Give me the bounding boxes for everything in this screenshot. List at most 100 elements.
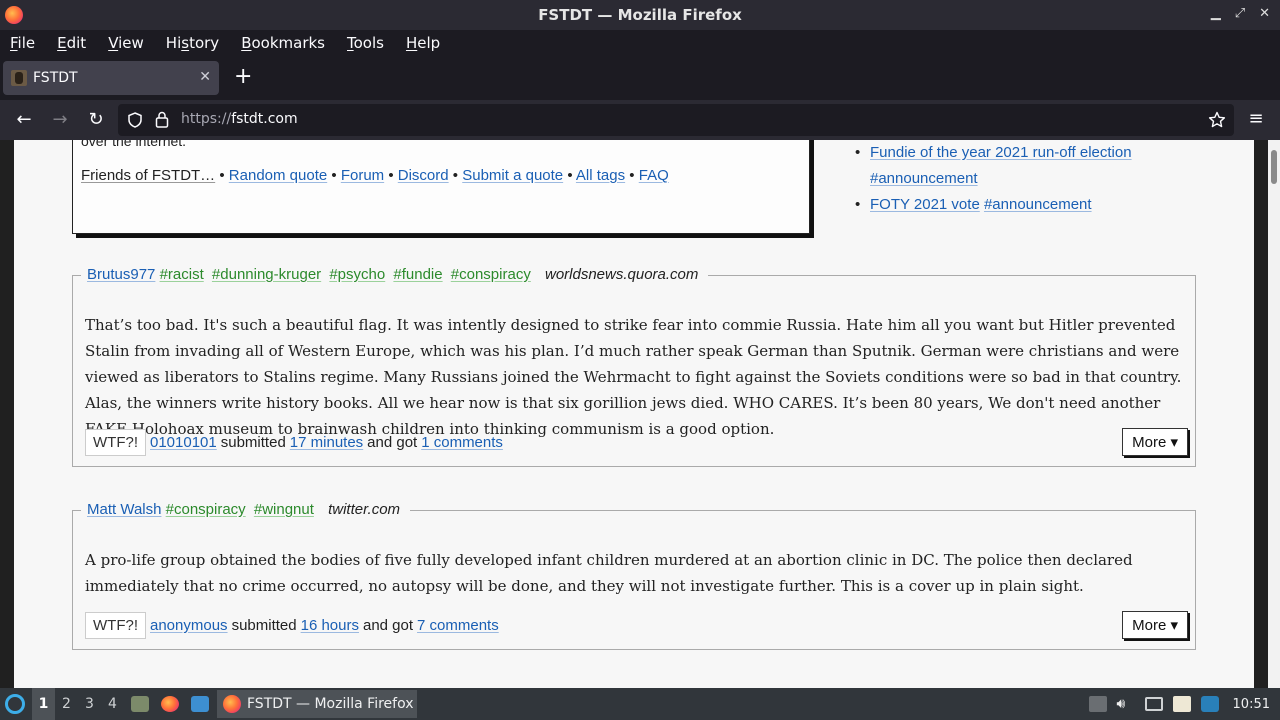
tag-link[interactable]: #racist (160, 266, 204, 283)
list-item: FOTY 2021 vote #announcement (852, 192, 1132, 218)
submitter-link[interactable]: anonymous (150, 617, 228, 634)
announcement-tag[interactable]: #announcement (870, 170, 978, 187)
announcement-tag[interactable]: #announcement (984, 196, 1092, 213)
menu-history[interactable]: History (166, 34, 219, 52)
quote-text: A pro-life group obtained the bodies of … (85, 551, 1133, 595)
system-tray: 🔊︎ 10:51 (1088, 688, 1280, 720)
time-link[interactable]: 17 minutes (290, 434, 363, 451)
desktop-3[interactable]: 3 (78, 688, 101, 720)
scrollbar-thumb[interactable] (1271, 150, 1277, 184)
desktop-1[interactable]: 1 (32, 688, 55, 720)
system-taskbar: 1 2 3 4 FSTDT — Mozilla Firefox 🔊︎ 10:51 (0, 688, 1280, 720)
quote-text: That’s too bad. It's such a beautiful fl… (85, 316, 1182, 438)
wtf-button[interactable]: WTF?! (85, 612, 146, 639)
post-footer: WTF?! 01010101 submitted 17 minutes and … (85, 429, 503, 456)
random-quote-link[interactable]: Random quote (229, 167, 327, 184)
site-info-box: over the internet. Friends of FSTDT… • R… (72, 140, 810, 234)
page-content: over the internet. Friends of FSTDT… • R… (14, 140, 1254, 688)
tag-link[interactable]: #conspiracy (166, 501, 246, 518)
menu-help[interactable]: Help (406, 34, 440, 52)
close-window-icon[interactable]: ✕ (1259, 6, 1270, 21)
faq-link[interactable]: FAQ (639, 167, 669, 184)
menu-view[interactable]: View (108, 34, 144, 52)
quote-post: Matt Walsh #conspiracy #wingnut twitter.… (72, 501, 1196, 650)
post-footer: WTF?! anonymous submitted 16 hours and g… (85, 612, 499, 639)
menu-file[interactable]: File (10, 34, 35, 52)
volume-icon[interactable]: 🔊︎ (1117, 696, 1135, 712)
source-domain: worldsnews.quora.com (545, 266, 699, 283)
minimize-icon[interactable]: ▁ (1211, 6, 1221, 21)
list-item: Fundie of the year 2021 run-off election… (852, 140, 1132, 192)
tab-fstdt[interactable]: FSTDT ✕ (3, 61, 219, 95)
tag-link[interactable]: #dunning-kruger (212, 266, 321, 283)
forward-arrow-icon[interactable]: → (49, 109, 71, 131)
tag-link[interactable]: #fundie (393, 266, 442, 283)
all-tags-link[interactable]: All tags (576, 167, 625, 184)
site-favicon-icon (11, 70, 27, 86)
menu-bar: File Edit View History Bookmarks Tools H… (0, 30, 1280, 56)
file-manager-icon[interactable] (131, 696, 149, 712)
tab-title: FSTDT (33, 70, 78, 86)
bookmark-star-icon[interactable] (1208, 111, 1226, 129)
window-controls: ▁ ⤢ ✕ (1211, 6, 1270, 21)
url-text[interactable]: https://fstdt.com (181, 111, 298, 127)
comments-link[interactable]: 1 comments (421, 434, 503, 451)
lock-icon[interactable] (155, 111, 169, 128)
back-arrow-icon[interactable]: ← (13, 109, 35, 131)
tag-link[interactable]: #conspiracy (451, 266, 531, 283)
show-desktop-icon[interactable] (191, 696, 209, 712)
tag-link[interactable]: #psycho (329, 266, 385, 283)
virtual-desktops: 1 2 3 4 (32, 688, 124, 720)
submit-quote-link[interactable]: Submit a quote (462, 167, 563, 184)
menu-bookmarks[interactable]: Bookmarks (241, 34, 325, 52)
firefox-icon (223, 695, 241, 713)
notes-icon[interactable] (1172, 696, 1191, 712)
announcement-link[interactable]: Fundie of the year 2021 run-off election (870, 144, 1132, 161)
taskbar-window-firefox[interactable]: FSTDT — Mozilla Firefox (217, 690, 417, 718)
source-domain: twitter.com (328, 501, 401, 518)
firefox-icon (5, 6, 23, 24)
comments-link[interactable]: 7 comments (417, 617, 499, 634)
time-link[interactable]: 16 hours (301, 617, 359, 634)
discord-link[interactable]: Discord (398, 167, 449, 184)
menu-tools[interactable]: Tools (347, 34, 384, 52)
close-tab-icon[interactable]: ✕ (199, 69, 211, 85)
more-button[interactable]: More ▾ (1122, 428, 1188, 456)
tag-link[interactable]: #wingnut (254, 501, 314, 518)
info-text: over the internet. (81, 140, 187, 149)
site-links: Friends of FSTDT… • Random quote • Forum… (81, 167, 669, 184)
desktop-2[interactable]: 2 (55, 688, 78, 720)
menu-edit[interactable]: Edit (57, 34, 86, 52)
display-icon[interactable] (1144, 697, 1163, 711)
window-title: FSTDT — Mozilla Firefox (538, 6, 742, 24)
post-header: Brutus977 #racist #dunning-kruger #psych… (81, 266, 709, 283)
clock: 10:51 (1232, 696, 1270, 712)
more-button[interactable]: More ▾ (1122, 611, 1188, 639)
tab-strip: FSTDT ✕ + (0, 56, 1280, 100)
announcements-list: Fundie of the year 2021 run-off election… (852, 140, 1132, 218)
page-scrollbar[interactable] (1268, 140, 1280, 688)
friends-link[interactable]: Friends of FSTDT… (81, 167, 215, 184)
wtf-button[interactable]: WTF?! (85, 429, 146, 456)
clipboard-icon[interactable] (1088, 696, 1107, 712)
quote-post: Brutus977 #racist #dunning-kruger #psych… (72, 266, 1196, 467)
taskbar-window-title: FSTDT — Mozilla Firefox (247, 696, 414, 712)
app-launcher-icon[interactable] (5, 694, 25, 714)
window-titlebar: FSTDT — Mozilla Firefox ▁ ⤢ ✕ (0, 0, 1280, 30)
updates-icon[interactable] (1200, 696, 1219, 712)
url-bar[interactable]: https://fstdt.com (118, 104, 1234, 136)
maximize-icon[interactable]: ⤢ (1235, 6, 1245, 21)
author-link[interactable]: Brutus977 (87, 266, 155, 283)
page-viewport: over the internet. Friends of FSTDT… • R… (0, 140, 1280, 688)
shield-icon[interactable] (127, 112, 143, 128)
firefox-launcher-icon[interactable] (161, 696, 179, 712)
author-link[interactable]: Matt Walsh (87, 501, 161, 518)
hamburger-menu-icon[interactable]: ≡ (1245, 108, 1267, 130)
desktop-4[interactable]: 4 (101, 688, 124, 720)
navigation-toolbar: ← → ↻ https://fstdt.com ≡ (0, 100, 1280, 140)
reload-icon[interactable]: ↻ (85, 109, 107, 131)
forum-link[interactable]: Forum (341, 167, 384, 184)
submitter-link[interactable]: 01010101 (150, 434, 217, 451)
new-tab-icon[interactable]: + (234, 66, 252, 88)
announcement-link[interactable]: FOTY 2021 vote (870, 196, 980, 213)
